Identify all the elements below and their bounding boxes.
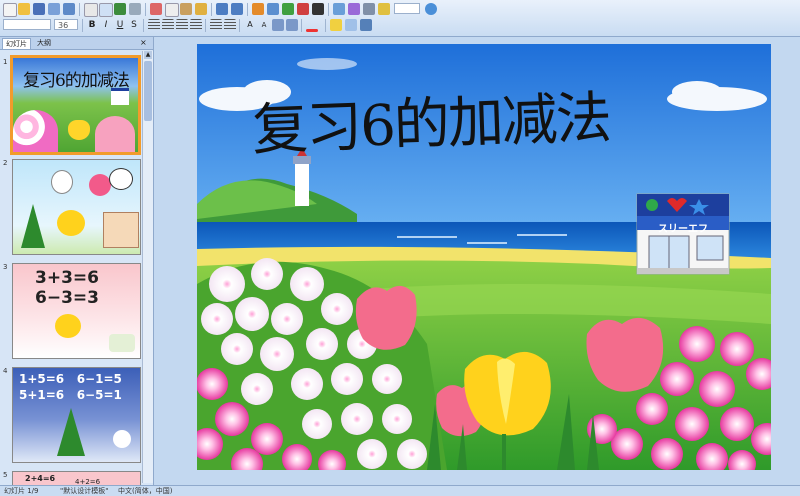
print-preview-icon[interactable] (99, 3, 113, 17)
thumb-line: 3+3=6 (35, 268, 99, 288)
increase-font-icon[interactable]: A (244, 19, 256, 31)
justify-icon[interactable] (190, 19, 202, 31)
close-pane-icon[interactable]: × (140, 38, 147, 48)
format-painter-icon[interactable] (195, 3, 207, 15)
toolbar: 36 B I U S A A (0, 0, 800, 37)
slide-thumbnail-1[interactable]: 复习6的加减法 (10, 55, 141, 155)
pane-tabs: 幻灯片 大纲 × (0, 37, 153, 50)
print-icon[interactable] (84, 3, 98, 17)
insert-diagram-icon[interactable] (297, 3, 309, 15)
insert-chart-icon[interactable] (252, 3, 264, 15)
standard-toolbar (0, 1, 800, 17)
wordart-icon[interactable] (312, 3, 324, 15)
grid-icon[interactable] (363, 3, 375, 15)
underline-icon[interactable]: U (114, 19, 126, 31)
expand-all-icon[interactable] (333, 3, 345, 15)
thumb-line: 2+4=6 (25, 474, 56, 483)
align-left-icon[interactable] (148, 19, 160, 31)
thumb-dog (109, 168, 133, 190)
store-sign: スリーエフ (658, 224, 708, 235)
redo-icon[interactable] (231, 3, 243, 15)
insert-table-icon[interactable] (267, 3, 279, 15)
thumb-rabbit (51, 170, 73, 194)
thumb-tree (57, 408, 85, 456)
show-formatting-icon[interactable] (348, 3, 360, 15)
thumb-chick (55, 314, 81, 338)
tab-outline[interactable]: 大纲 (34, 38, 54, 48)
copy-icon[interactable] (165, 3, 179, 17)
zoom-select[interactable] (394, 3, 420, 14)
permission-icon[interactable] (48, 3, 60, 15)
decrease-indent-icon[interactable] (272, 19, 284, 31)
new-icon[interactable] (3, 3, 17, 17)
new-slide-icon[interactable] (345, 19, 357, 31)
thumb-line: 5+1=6 6−5=1 (19, 388, 122, 402)
thumb-number-4: 4 (3, 367, 8, 375)
slide-show-icon[interactable] (360, 19, 372, 31)
thumb-number-2: 2 (3, 159, 8, 167)
decrease-font-icon[interactable]: A (258, 19, 270, 31)
thumb-tree (21, 204, 45, 248)
open-icon[interactable] (18, 3, 30, 15)
tab-slides[interactable]: 幻灯片 (2, 38, 31, 49)
thumb-number-3: 3 (3, 263, 8, 271)
color-grayscale-icon[interactable] (378, 3, 390, 15)
bullets-icon[interactable] (224, 19, 236, 31)
align-right-icon[interactable] (176, 19, 188, 31)
thumb-chick (57, 210, 85, 236)
thumb-grass (109, 334, 135, 352)
insert-picture-icon[interactable] (282, 3, 294, 15)
thumb-flowers (13, 110, 58, 152)
slide-thumbnail-2[interactable] (12, 159, 141, 255)
slide-thumbnail-3[interactable]: 3+3=6 6−3=3 (12, 263, 141, 359)
font-color-icon[interactable] (306, 29, 318, 32)
cut-icon[interactable] (150, 3, 162, 15)
thumb-store (111, 88, 129, 105)
help-icon[interactable] (425, 3, 437, 15)
save-icon[interactable] (33, 3, 45, 15)
font-size-select[interactable]: 36 (54, 19, 78, 30)
thumb-number-5: 5 (3, 471, 8, 479)
scroll-up-icon[interactable]: ▲ (144, 51, 152, 59)
thumb-flower (89, 174, 111, 196)
status-bar: 幻灯片 1/9 "默认设计模板" 中文(简体，中国) (0, 485, 800, 496)
shadow-icon[interactable]: S (128, 19, 140, 31)
scroll-thumb[interactable] (144, 61, 152, 121)
italic-icon[interactable]: I (100, 19, 112, 31)
increase-indent-icon[interactable] (286, 19, 298, 31)
font-name-select[interactable] (3, 19, 51, 30)
undo-icon[interactable] (216, 3, 228, 15)
slides-pane: 幻灯片 大纲 × 1 复习6的加减法 2 3 3+3=6 6−3=3 4 1+5… (0, 37, 154, 487)
email-icon[interactable] (63, 3, 75, 15)
thumb-house (103, 212, 139, 248)
numbering-icon[interactable] (210, 19, 222, 31)
slide-title[interactable]: 复习6的加减法 (251, 73, 611, 166)
thumb-number-1: 1 (3, 58, 8, 66)
paste-icon[interactable] (180, 3, 192, 15)
slide-thumbnail-4[interactable]: 1+5=6 6−1=5 5+1=6 6−5=1 (12, 367, 141, 463)
thumb-line: 1+5=6 6−1=5 (19, 372, 122, 386)
slide-canvas[interactable]: スリーエフ 复习6的加减法 (197, 44, 771, 470)
align-center-icon[interactable] (162, 19, 174, 31)
spelling-icon[interactable] (114, 3, 126, 15)
thumb-sheep (113, 430, 131, 448)
thumbnail-scrollbar[interactable]: ▲ (142, 51, 153, 483)
formatting-toolbar: 36 B I U S A A (0, 18, 800, 34)
research-icon[interactable] (129, 3, 141, 15)
thumb-tulip (68, 120, 90, 140)
design-icon[interactable] (330, 19, 342, 31)
thumb-line: 6−3=3 (35, 288, 99, 308)
bold-icon[interactable]: B (86, 19, 98, 31)
thumb-flowers-right (95, 116, 135, 152)
